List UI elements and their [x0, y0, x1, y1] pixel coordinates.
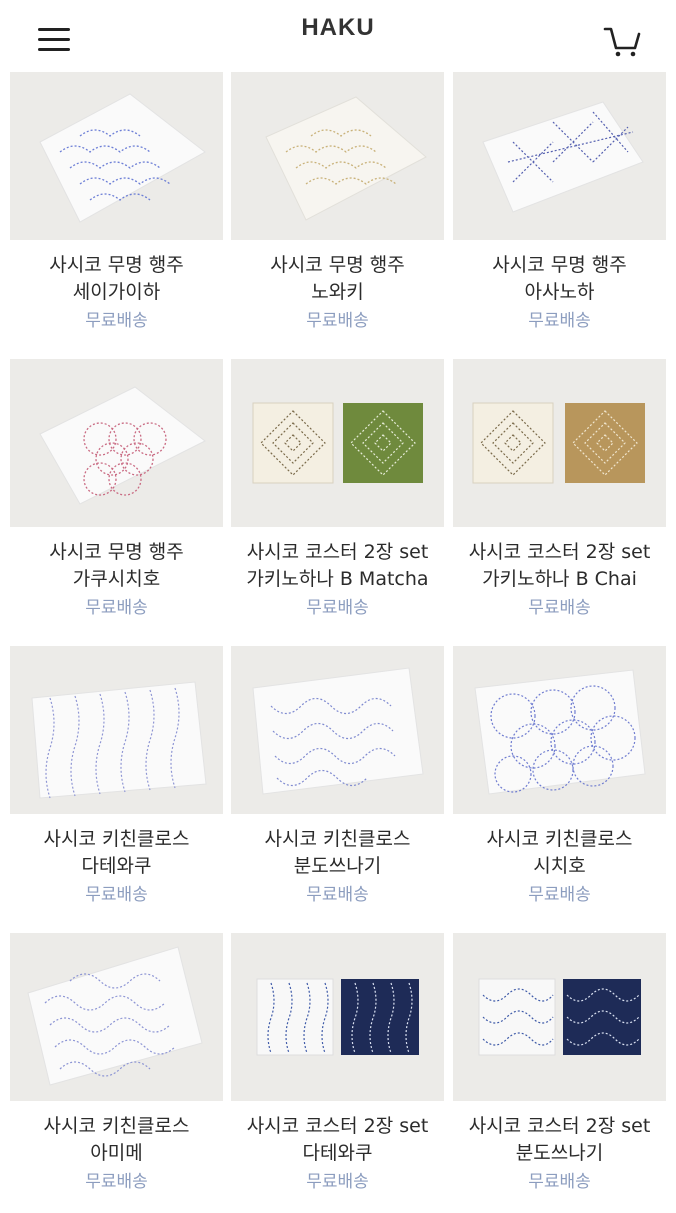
product-card[interactable]: 사시코 무명 행주 세이가이하 무료배송	[10, 72, 223, 352]
product-image[interactable]	[453, 359, 666, 527]
product-image[interactable]	[10, 359, 223, 527]
free-shipping-label: 무료배송	[528, 885, 591, 905]
product-image[interactable]	[10, 646, 223, 814]
free-shipping-label: 무료배송	[306, 311, 369, 331]
brand-title: HAKU	[301, 14, 375, 41]
product-image[interactable]	[453, 72, 666, 240]
product-card[interactable]: 사시코 코스터 2장 set 가키노하나 B Chai 무료배송	[453, 359, 666, 639]
product-name[interactable]: 사시코 코스터 2장 set 가키노하나 B Matcha	[221, 539, 454, 593]
product-name[interactable]: 사시코 키친클로스 시치호	[443, 826, 676, 880]
product-image[interactable]	[453, 646, 666, 814]
product-card[interactable]: 사시코 무명 행주 아사노하 무료배송	[453, 72, 666, 352]
product-card[interactable]: 사시코 코스터 2장 set 가키노하나 B Matcha 무료배송	[231, 359, 444, 639]
product-image[interactable]	[231, 359, 444, 527]
product-image[interactable]	[231, 72, 444, 240]
product-card[interactable]: 사시코 코스터 2장 set 분도쓰나기 무료배송	[453, 933, 666, 1213]
product-name[interactable]: 사시코 무명 행주 세이가이하	[0, 252, 233, 306]
free-shipping-label: 무료배송	[306, 1172, 369, 1192]
free-shipping-label: 무료배송	[306, 885, 369, 905]
product-image[interactable]	[453, 933, 666, 1101]
product-name[interactable]: 사시코 무명 행주 가쿠시치호	[0, 539, 233, 593]
product-card[interactable]: 사시코 키친클로스 아미메 무료배송	[10, 933, 223, 1213]
product-name[interactable]: 사시코 키친클로스 다테와쿠	[0, 826, 233, 880]
cart-icon[interactable]	[602, 24, 642, 58]
product-name[interactable]: 사시코 코스터 2장 set 다테와쿠	[221, 1113, 454, 1167]
product-image[interactable]	[10, 933, 223, 1101]
free-shipping-label: 무료배송	[85, 598, 148, 618]
product-name[interactable]: 사시코 코스터 2장 set 가키노하나 B Chai	[443, 539, 676, 593]
free-shipping-label: 무료배송	[85, 1172, 148, 1192]
free-shipping-label: 무료배송	[528, 311, 591, 331]
product-name[interactable]: 사시코 키친클로스 아미메	[0, 1113, 233, 1167]
product-name[interactable]: 사시코 무명 행주 아사노하	[443, 252, 676, 306]
product-card[interactable]: 사시코 무명 행주 가쿠시치호 무료배송	[10, 359, 223, 639]
product-card[interactable]: 사시코 무명 행주 노와키 무료배송	[231, 72, 444, 352]
product-card[interactable]: 사시코 키친클로스 시치호 무료배송	[453, 646, 666, 926]
free-shipping-label: 무료배송	[528, 1172, 591, 1192]
product-card[interactable]: 사시코 키친클로스 다테와쿠 무료배송	[10, 646, 223, 926]
product-name[interactable]: 사시코 키친클로스 분도쓰나기	[221, 826, 454, 880]
app-header: HAKU	[0, 0, 676, 72]
product-card[interactable]: 사시코 코스터 2장 set 다테와쿠 무료배송	[231, 933, 444, 1213]
free-shipping-label: 무료배송	[306, 598, 369, 618]
product-name[interactable]: 사시코 코스터 2장 set 분도쓰나기	[443, 1113, 676, 1167]
product-image[interactable]	[231, 646, 444, 814]
free-shipping-label: 무료배송	[528, 598, 591, 618]
product-image[interactable]	[231, 933, 444, 1101]
product-card[interactable]: 사시코 키친클로스 분도쓰나기 무료배송	[231, 646, 444, 926]
product-image[interactable]	[10, 72, 223, 240]
product-name[interactable]: 사시코 무명 행주 노와키	[221, 252, 454, 306]
free-shipping-label: 무료배송	[85, 311, 148, 331]
free-shipping-label: 무료배송	[85, 885, 148, 905]
